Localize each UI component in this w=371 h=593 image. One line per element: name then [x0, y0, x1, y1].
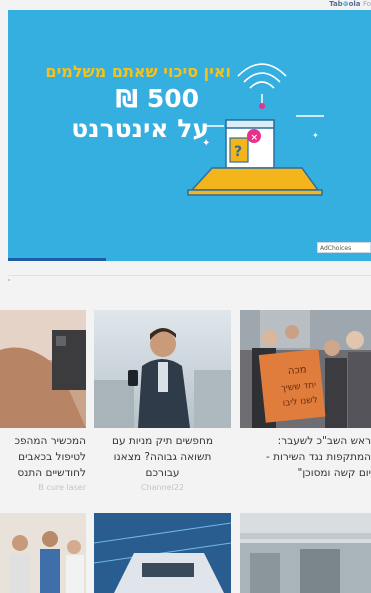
adchoices-badge[interactable]: AdChoices [317, 242, 371, 253]
article-card-5[interactable] [94, 513, 231, 593]
article-title[interactable]: ראש השב"כ לשעבר: המתקפות נגד השירות - יו… [240, 433, 371, 481]
train-photo [94, 513, 231, 593]
browser-window-icon: ? [225, 119, 275, 169]
article-card-4[interactable] [240, 513, 371, 593]
article-thumbnail: מכה יחד ששיך לשנו ליבו [240, 310, 371, 428]
ad-banner[interactable]: ואין סיכוי שאתם משלמים 500 ₪ על אינטרנט … [8, 10, 371, 261]
ad-progress-bar [8, 258, 106, 261]
article-card-3[interactable]: המכשיר המהפכ לטיפול בכאבים לחודשיים התנס… [0, 310, 86, 492]
mall-photo [240, 513, 371, 593]
protest-photo: מכה יחד ששיך לשנו ליבו [240, 310, 371, 428]
svg-text:✦: ✦ [312, 131, 319, 140]
device-photo [0, 310, 86, 428]
businessman-photo [94, 310, 231, 428]
divider [8, 275, 371, 276]
article-title[interactable]: המכשיר המהפכ לטיפול בכאבים לחודשיים התנס [0, 433, 86, 481]
svg-text:×: × [251, 133, 259, 143]
wifi-icon [237, 63, 287, 89]
laptop-icon [187, 167, 323, 196]
taboola-logo[interactable]: Tab⊚ola Fo [329, 0, 371, 9]
article-thumbnail [94, 310, 231, 428]
article-card-2[interactable]: מחפשים תיק מניות עם תשואה גבוהה? מצאנו ע… [94, 310, 231, 492]
svg-text:✦: ✦ [202, 138, 210, 149]
svg-text:?: ? [234, 144, 242, 160]
team-photo [0, 513, 86, 593]
article-card-1[interactable]: מכה יחד ששיך לשנו ליבו ראש השב"כ לשעבר: … [240, 310, 371, 481]
top-bar: Tab⊚ola Fo [0, 0, 371, 10]
article-source: B cure laser [38, 483, 86, 492]
article-title[interactable]: מחפשים תיק מניות עם תשואה גבוהה? מצאנו ע… [94, 433, 231, 481]
article-thumbnail [0, 310, 86, 428]
pager-dot [8, 279, 10, 281]
article-card-6[interactable] [0, 513, 86, 593]
laptop-illustration: ✦ ✦ ? × [187, 63, 324, 196]
article-source: Channel22 [140, 483, 185, 492]
svg-text:מכה: מכה [287, 364, 307, 377]
